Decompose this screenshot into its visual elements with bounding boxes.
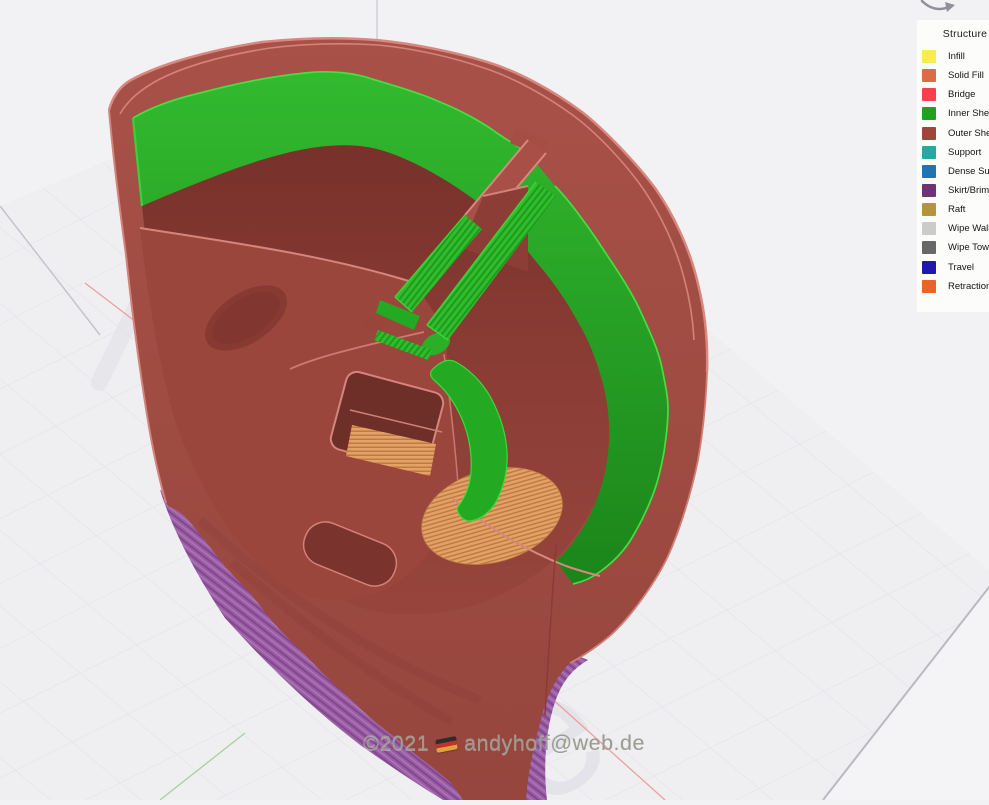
legend-item-wipe-tower: Wipe Tower [917,238,989,257]
legend-item-outer-shell: Outer Shell [917,124,989,143]
legend-swatch [922,88,936,101]
rotate-view-button[interactable] [918,0,962,14]
legend-item-dense-support: Dense Support [917,162,989,181]
legend-item-inner-shell: Inner Shell [917,104,989,123]
legend-label: Outer Shell [948,128,989,139]
legend-label: Wipe Wall [948,223,989,234]
legend-item-infill: Infill [917,47,989,66]
legend-label: Skirt/Brim [948,185,989,196]
legend-swatch [922,69,936,82]
legend-swatch [922,203,936,216]
legend-swatch [922,261,936,274]
scene-canvas: e [0,0,989,800]
legend-label: Infill [948,51,965,62]
structure-legend-panel: Structure Infill Solid Fill Bridge Inner Sh… [917,20,989,312]
legend-label: Raft [948,204,965,215]
legend-label: Bridge [948,89,975,100]
legend-label: Retraction [948,281,989,292]
author-watermark: ©2021 andyhoff@web.de [363,731,645,756]
legend-item-solid-fill: Solid Fill [917,66,989,85]
legend-swatch [922,107,936,120]
legend-label: Wipe Tower [948,242,989,253]
legend-label: Dense Support [948,166,989,177]
legend-item-support: Support [917,143,989,162]
legend-item-travel: Travel [917,258,989,277]
legend-item-raft: Raft [917,200,989,219]
viewport-3d[interactable]: e [0,0,989,800]
watermark-year: ©2021 [363,731,429,755]
legend-swatch [922,146,936,159]
legend-item-bridge: Bridge [917,85,989,104]
legend-label: Travel [948,262,974,273]
legend-swatch [922,127,936,140]
legend-items: Infill Solid Fill Bridge Inner Shell Outer S… [917,47,989,296]
curved-arrow-icon [918,0,962,14]
legend-item-skirt-brim: Skirt/Brim [917,181,989,200]
legend-swatch [922,222,936,235]
legend-label: Inner Shell [948,108,989,119]
watermark-email: andyhoff@web.de [464,731,645,755]
legend-item-retraction: Retraction [917,277,989,296]
legend-label: Solid Fill [948,70,984,81]
legend-swatch [922,241,936,254]
legend-swatch [922,165,936,178]
legend-title: Structure [917,28,989,40]
legend-swatch [922,184,936,197]
legend-label: Support [948,147,981,158]
legend-item-wipe-wall: Wipe Wall [917,219,989,238]
legend-swatch [922,280,936,293]
german-flag-icon [436,736,458,753]
legend-swatch [922,50,936,63]
